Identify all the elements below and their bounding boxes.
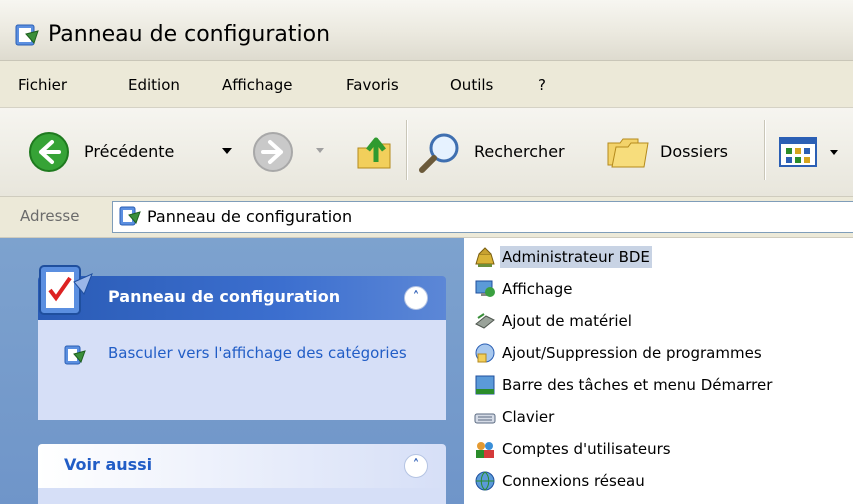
collapse-chevron-icon[interactable]: ˄ bbox=[404, 454, 428, 478]
address-label: Adresse bbox=[20, 207, 80, 225]
menu-favoris[interactable]: Favoris bbox=[346, 75, 399, 95]
control-panel-items: Administrateur BDE Affichage Ajout de ma… bbox=[464, 238, 853, 504]
control-panel-icon bbox=[64, 345, 86, 365]
folders-label: Dossiers bbox=[660, 142, 728, 161]
search-label: Rechercher bbox=[474, 142, 565, 161]
taskbar-icon bbox=[475, 375, 495, 395]
title-bar: Panneau de configuration bbox=[0, 0, 853, 61]
forward-dropdown-icon[interactable] bbox=[316, 148, 324, 153]
toolbar: Précédente Rechercher Dossiers bbox=[0, 108, 853, 197]
user-accounts-icon bbox=[476, 442, 494, 458]
back-button[interactable]: Précédente bbox=[28, 128, 238, 176]
add-remove-programs-icon bbox=[475, 343, 495, 363]
forward-button[interactable] bbox=[252, 128, 332, 176]
views-icon bbox=[779, 137, 817, 167]
collapse-chevron-icon[interactable]: ˄ bbox=[404, 286, 428, 310]
task-panel-title: Panneau de configuration bbox=[108, 287, 341, 306]
bde-admin-icon bbox=[475, 247, 495, 267]
control-panel-icon bbox=[15, 24, 39, 46]
folders-button[interactable]: Dossiers bbox=[606, 128, 756, 176]
window-title: Panneau de configuration bbox=[48, 22, 331, 47]
views-dropdown-icon[interactable] bbox=[830, 150, 838, 155]
up-folder-icon[interactable] bbox=[354, 132, 396, 174]
menu-affichage[interactable]: Affichage bbox=[222, 75, 292, 95]
search-button[interactable]: Rechercher bbox=[418, 128, 588, 176]
network-icon bbox=[475, 471, 495, 491]
control-panel-task-body: Basculer vers l'affichage des catégories bbox=[38, 320, 446, 420]
back-dropdown-icon[interactable] bbox=[222, 148, 232, 154]
task-pane: Panneau de configuration ˄ Basculer vers… bbox=[0, 238, 464, 504]
back-label: Précédente bbox=[84, 142, 175, 161]
toolbar-separator bbox=[764, 120, 765, 180]
menu-help[interactable]: ? bbox=[538, 75, 546, 95]
menu-fichier[interactable]: Fichier bbox=[18, 75, 67, 95]
display-icon bbox=[475, 280, 495, 297]
folders-icon bbox=[607, 138, 649, 168]
address-field[interactable]: Panneau de configuration bbox=[112, 201, 853, 233]
see-also-title: Voir aussi bbox=[64, 455, 153, 474]
forward-arrow-icon bbox=[253, 132, 293, 172]
address-bar: Adresse Panneau de configuration bbox=[0, 197, 853, 238]
add-hardware-icon bbox=[475, 313, 495, 329]
control-panel-task-header[interactable]: Panneau de configuration ˄ bbox=[38, 276, 446, 320]
menu-outils[interactable]: Outils bbox=[450, 75, 493, 95]
control-panel-icon bbox=[119, 206, 141, 226]
toolbar-separator bbox=[406, 120, 407, 180]
control-panel-large-icon bbox=[39, 265, 93, 315]
see-also-body bbox=[38, 488, 446, 504]
search-icon bbox=[419, 133, 459, 173]
see-also-header[interactable]: Voir aussi ˄ bbox=[38, 444, 446, 488]
keyboard-icon bbox=[474, 413, 496, 424]
menu-edition[interactable]: Edition bbox=[128, 75, 180, 95]
menu-bar: Fichier Edition Affichage Favoris Outils… bbox=[0, 61, 853, 108]
views-button[interactable] bbox=[778, 136, 848, 172]
address-value: Panneau de configuration bbox=[147, 207, 353, 226]
back-arrow-icon bbox=[29, 132, 69, 172]
switch-to-category-view-link[interactable]: Basculer vers l'affichage des catégories bbox=[108, 342, 428, 364]
